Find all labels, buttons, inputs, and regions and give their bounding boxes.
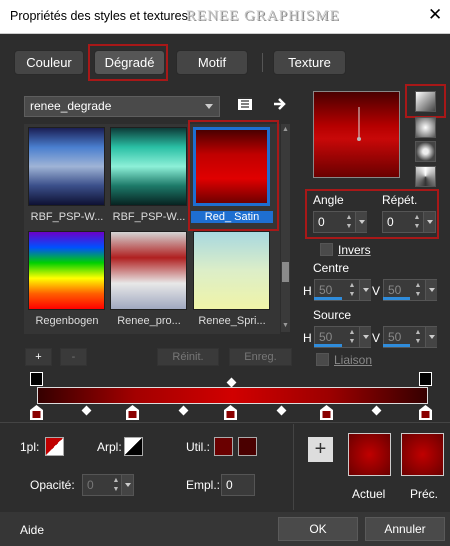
library-dropdown[interactable]: renee_degrade [24, 96, 220, 117]
color-stop[interactable] [30, 405, 43, 420]
source-h-bar [314, 344, 342, 347]
gradient-swatch[interactable] [28, 127, 105, 206]
source-v-label: V [372, 331, 381, 345]
spinner-icon[interactable]: ▲ ▼ [412, 281, 424, 299]
center-v-bar [383, 297, 410, 300]
color-stop[interactable] [126, 405, 139, 420]
tab-motif[interactable]: Motif [176, 50, 248, 75]
opacity-dropdown[interactable] [121, 475, 133, 495]
spinner-icon[interactable]: ▲ ▼ [343, 213, 355, 231]
angle-label: Angle [313, 193, 344, 207]
chevron-down-icon[interactable] [205, 104, 213, 109]
used-color-1[interactable] [214, 437, 233, 456]
add-swatch-button[interactable]: + [308, 437, 333, 462]
selected-gradient-highlight [188, 120, 279, 231]
center-h-label: H [303, 284, 312, 298]
color-midpoint[interactable] [81, 405, 92, 416]
source-h-dropdown[interactable] [359, 327, 371, 347]
arrow-right-icon[interactable] [272, 96, 288, 112]
divider [0, 422, 450, 423]
gradient-swatch-label: Renee_pro... [117, 315, 181, 327]
watermark-text: RENEE GRAPHISME [186, 8, 340, 24]
link-checkbox[interactable] [316, 353, 329, 366]
current-gradient-swatch[interactable] [348, 433, 391, 476]
previous-gradient-swatch[interactable] [401, 433, 444, 476]
center-h-bar [314, 297, 342, 300]
tab-texture[interactable]: Texture [273, 50, 346, 75]
source-v-dropdown[interactable] [425, 327, 437, 347]
color-stop[interactable] [419, 405, 432, 420]
highlight-box [88, 44, 168, 81]
foreground-swatch[interactable] [45, 437, 64, 456]
used-color-2[interactable] [238, 437, 257, 456]
linear-style-button[interactable] [415, 91, 436, 112]
angle-dropdown[interactable] [355, 212, 367, 232]
source-label: Source [313, 308, 352, 322]
current-label: Actuel [352, 487, 386, 501]
gradient-swatch-label: RBF_PSP-W... [112, 211, 186, 223]
scroll-up-icon[interactable]: ▲ [282, 126, 289, 133]
save-button[interactable]: Enreg. [229, 348, 292, 366]
transparency-stop-left[interactable] [30, 372, 43, 386]
scrollbar-thumb[interactable] [282, 262, 289, 282]
center-v-dropdown[interactable] [425, 280, 437, 300]
location-input[interactable]: 0 [221, 474, 255, 496]
reset-button[interactable]: Réinit. [157, 348, 219, 366]
gradient-swatch-label: Regenbogen [35, 315, 99, 327]
gradient-preview[interactable] [313, 91, 400, 178]
gradient-swatch-label: RBF_PSP-W... [30, 211, 104, 223]
gradient-swatch[interactable] [110, 127, 187, 206]
ok-button[interactable]: OK [278, 517, 358, 541]
invert-label: Invers [338, 243, 371, 257]
center-label: Centre [313, 261, 350, 275]
opacity-label: Opacité: [30, 478, 75, 492]
divider [262, 53, 263, 72]
color-midpoint[interactable] [178, 405, 189, 416]
gradient-swatch-label: Renee_Spri... [198, 315, 266, 327]
spinner-icon[interactable]: ▲ ▼ [346, 328, 358, 346]
transparency-midpoint[interactable] [226, 377, 237, 388]
background-swatch[interactable] [124, 437, 143, 456]
repeat-dropdown[interactable] [423, 212, 435, 232]
gradient-swatch[interactable] [193, 231, 270, 310]
radial-style-icon[interactable] [415, 141, 436, 162]
previous-label: Préc. [410, 487, 439, 501]
gradient-swatch[interactable] [110, 231, 187, 310]
color-midpoint[interactable] [371, 405, 382, 416]
close-button[interactable]: ✕ [428, 5, 442, 25]
center-h-dropdown[interactable] [359, 280, 371, 300]
source-v-bar [383, 344, 410, 347]
tab-couleur[interactable]: Couleur [14, 50, 84, 75]
color-stop[interactable] [224, 405, 237, 420]
remove-button[interactable]: - [60, 348, 87, 366]
spinner-icon[interactable]: ▲ ▼ [346, 281, 358, 299]
conical-style-icon[interactable] [415, 166, 436, 187]
color-midpoint[interactable] [276, 405, 287, 416]
spinner-icon[interactable]: ▲ ▼ [412, 328, 424, 346]
link-label: Liaison [334, 353, 373, 367]
location-label: Empl.: [186, 478, 221, 492]
last-label: Arpl: [97, 440, 122, 454]
library-menu-icon[interactable] [237, 96, 253, 112]
help-link[interactable]: Aide [20, 523, 44, 537]
gradient-swatch[interactable] [28, 231, 105, 310]
rectangular-style-icon[interactable] [415, 117, 436, 138]
add-button[interactable]: + [25, 348, 52, 366]
window-title: Propriétés des styles et textures [10, 9, 188, 23]
invert-checkbox[interactable] [320, 243, 333, 256]
transparency-stop-right[interactable] [419, 372, 432, 386]
source-h-label: H [303, 331, 312, 345]
scroll-down-icon[interactable]: ▼ [282, 322, 289, 329]
repeat-label: Répét. [382, 193, 418, 207]
scrollbar[interactable] [281, 124, 290, 332]
divider [293, 424, 294, 510]
cancel-button[interactable]: Annuler [365, 517, 445, 541]
color-stop[interactable] [320, 405, 333, 420]
center-v-label: V [372, 284, 381, 298]
first-label: 1pl: [20, 440, 40, 454]
gradient-editor-bar[interactable] [37, 387, 428, 404]
spinner-icon[interactable]: ▲ ▼ [411, 213, 423, 231]
used-label: Util.: [186, 440, 210, 454]
